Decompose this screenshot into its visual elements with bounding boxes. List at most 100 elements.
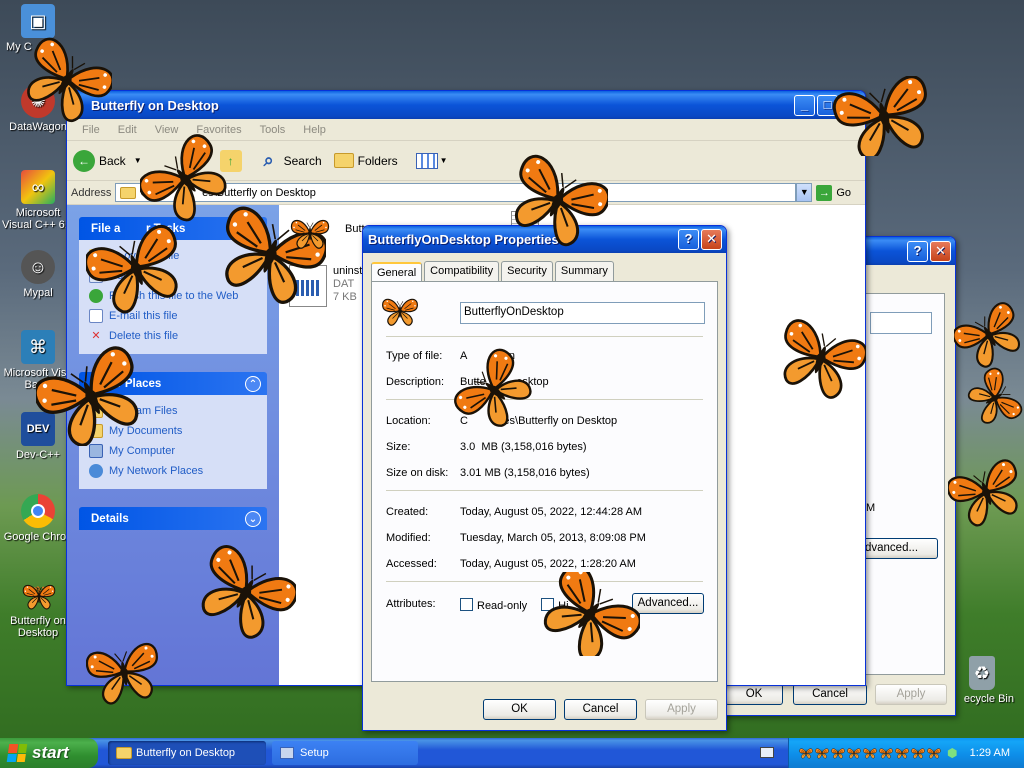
- expand-icon[interactable]: ⌄: [245, 510, 261, 527]
- address-label: Address: [71, 186, 112, 199]
- task-delete-file[interactable]: ✕ Delete this file: [89, 326, 257, 346]
- up-folder-icon: ↑: [219, 149, 242, 172]
- desktop-icon-visual-basic[interactable]: ⌘ Microsoft Visu Basic: [0, 330, 76, 391]
- folders-button[interactable]: Folders: [333, 153, 398, 168]
- address-dropdown-icon[interactable]: ▼: [796, 183, 813, 202]
- separator: [386, 336, 703, 337]
- menu-tools[interactable]: Tools: [251, 124, 295, 136]
- tray-butterfly-icon[interactable]: [831, 747, 845, 759]
- file-name-input[interactable]: ButterflyOnDesktop: [460, 302, 705, 324]
- menu-edit[interactable]: Edit: [109, 124, 146, 136]
- back-arrow-icon: ←: [73, 149, 95, 172]
- taskbar-item-butterfly[interactable]: Butterfly on Desktop: [108, 741, 266, 765]
- place-my-network[interactable]: My Network Places: [89, 461, 257, 481]
- setup-close-button[interactable]: ✕: [930, 240, 951, 262]
- tray-butterfly-icon[interactable]: [911, 747, 925, 759]
- help-button[interactable]: ?: [678, 229, 699, 250]
- views-button[interactable]: ▼: [415, 152, 448, 169]
- collapse-icon[interactable]: ⌃: [245, 220, 261, 237]
- collapse-icon[interactable]: ⌃: [245, 375, 261, 392]
- taskbar: start Butterfly on Desktop Setup ⬢ 1:29 …: [0, 738, 1024, 768]
- menu-view[interactable]: View: [146, 124, 188, 136]
- properties-close-button[interactable]: ✕: [701, 229, 722, 250]
- chrome-icon: [21, 494, 55, 528]
- tab-summary[interactable]: Summary: [554, 261, 614, 283]
- task-copy-file[interactable]: Copy this file: [89, 266, 257, 286]
- task-email-file[interactable]: E-mail this file: [89, 306, 257, 326]
- file-item-butterfly[interactable]: Butte: [289, 223, 371, 253]
- go-arrow-icon[interactable]: →: [816, 184, 833, 201]
- tray-butterfly-icon[interactable]: [863, 747, 877, 759]
- maximize-button[interactable]: □: [817, 94, 838, 116]
- tray-butterfly-icon[interactable]: [927, 747, 941, 759]
- file-item-uninstall[interactable]: uninst DAT 7 KB: [289, 265, 362, 307]
- computer-icon: [89, 444, 103, 458]
- cancel-button[interactable]: Cancel: [564, 699, 637, 720]
- clock[interactable]: 1:29 AM: [970, 747, 1010, 759]
- desktop-icon-datawagon[interactable]: ✺ DataWagon: [0, 84, 76, 133]
- apply-button[interactable]: Apply: [645, 699, 718, 720]
- address-input[interactable]: C:\Pr es\Butterfly on Desktop: [115, 183, 797, 202]
- dev-cpp-icon: DEV: [21, 412, 55, 446]
- close-button[interactable]: ✕: [840, 94, 861, 116]
- task-move-file[interactable]: ove this file: [89, 246, 257, 266]
- up-button[interactable]: ↑: [219, 149, 246, 172]
- tray-butterfly-icon[interactable]: [815, 747, 829, 759]
- visual-cpp-icon: ∞: [21, 170, 55, 204]
- hidden-checkbox[interactable]: Hi n: [541, 598, 587, 612]
- menu-file[interactable]: File: [73, 124, 109, 136]
- tray-butterfly-icon[interactable]: [847, 747, 861, 759]
- toolbar: ← Back ▼ ↑ ⌕ Search Folders ▼: [67, 141, 865, 181]
- explorer-titlebar[interactable]: Butterfly on Desktop _ □ ✕: [67, 91, 865, 119]
- tray-butterfly-icon[interactable]: [895, 747, 909, 759]
- network-status-icon[interactable]: ⬢: [947, 746, 957, 760]
- desktop-icon-google-chrome[interactable]: Google Chron: [0, 494, 76, 543]
- menu-favorites[interactable]: Favorites: [187, 124, 250, 136]
- tray-butterfly-icon[interactable]: [799, 747, 813, 759]
- system-tray: ⬢ 1:29 AM: [788, 738, 1024, 768]
- back-dropdown-icon[interactable]: ▼: [134, 156, 142, 165]
- setup-name-field[interactable]: [870, 312, 932, 334]
- ok-button[interactable]: OK: [483, 699, 556, 720]
- advanced-button[interactable]: Advanced...: [632, 593, 704, 614]
- other-places-header[interactable]: Other Places ⌃: [79, 372, 267, 395]
- tab-compatibility[interactable]: Compatibility: [424, 261, 500, 283]
- minimize-button[interactable]: _: [794, 94, 815, 116]
- description-row: Description: Butte esktop: [386, 376, 549, 388]
- readonly-checkbox[interactable]: Read-only: [460, 598, 527, 612]
- details-header[interactable]: Details ⌄: [79, 507, 267, 530]
- butterfly-icon: [966, 340, 1024, 456]
- place-my-computer[interactable]: My Computer: [89, 441, 257, 461]
- tray-butterfly-icon[interactable]: [879, 747, 893, 759]
- setup-cancel-button[interactable]: Cancel: [793, 684, 867, 705]
- back-button[interactable]: ← Back ▼: [73, 149, 142, 172]
- place-program-files[interactable]: Program Files: [89, 401, 257, 421]
- place-my-documents[interactable]: My Documents: [89, 421, 257, 441]
- readonly-check-box[interactable]: [460, 598, 473, 611]
- start-button[interactable]: start: [0, 738, 98, 768]
- setup-help-button[interactable]: ?: [907, 240, 928, 262]
- file-tasks-header[interactable]: File a r Tasks ⌃: [79, 217, 267, 240]
- desktop-icon-mypal[interactable]: ☺ Mypal: [0, 250, 76, 299]
- go-button[interactable]: Go: [836, 187, 851, 199]
- menu-help[interactable]: Help: [294, 124, 335, 136]
- visual-basic-icon: ⌘: [21, 330, 55, 364]
- desktop-icon-visual-cpp[interactable]: ∞ Microsoft Visual C++ 6.0: [0, 170, 76, 231]
- properties-titlebar[interactable]: ButterflyOnDesktop Properties ? ✕: [363, 226, 726, 253]
- hidden-check-box[interactable]: [541, 598, 555, 611]
- folders-icon: [333, 153, 354, 168]
- tab-security[interactable]: Security: [501, 261, 553, 283]
- search-button[interactable]: ⌕ Search: [258, 150, 322, 172]
- desktop-icon-butterfly[interactable]: ❦ Butterfly on Desktop: [0, 578, 76, 640]
- recycle-bin-icon: ♻: [969, 656, 995, 690]
- taskbar-item-setup[interactable]: Setup: [272, 741, 418, 765]
- size-row: Size: 3.0 MB (3,158,016 bytes): [386, 441, 587, 453]
- setup-advanced-button[interactable]: dvanced...: [858, 538, 938, 559]
- desktop-icon-dev-cpp[interactable]: DEV Dev-C++: [0, 412, 76, 461]
- desktop-icon-my-computer[interactable]: ▣ My C: [0, 4, 76, 53]
- keyboard-icon[interactable]: [760, 747, 774, 758]
- properties-dialog[interactable]: ButterflyOnDesktop Properties ? ✕ Genera…: [362, 225, 727, 731]
- setup-ok-button[interactable]: OK: [725, 684, 783, 705]
- task-publish-web[interactable]: Publish this file to the Web: [89, 286, 257, 306]
- setup-apply-button[interactable]: Apply: [875, 684, 947, 705]
